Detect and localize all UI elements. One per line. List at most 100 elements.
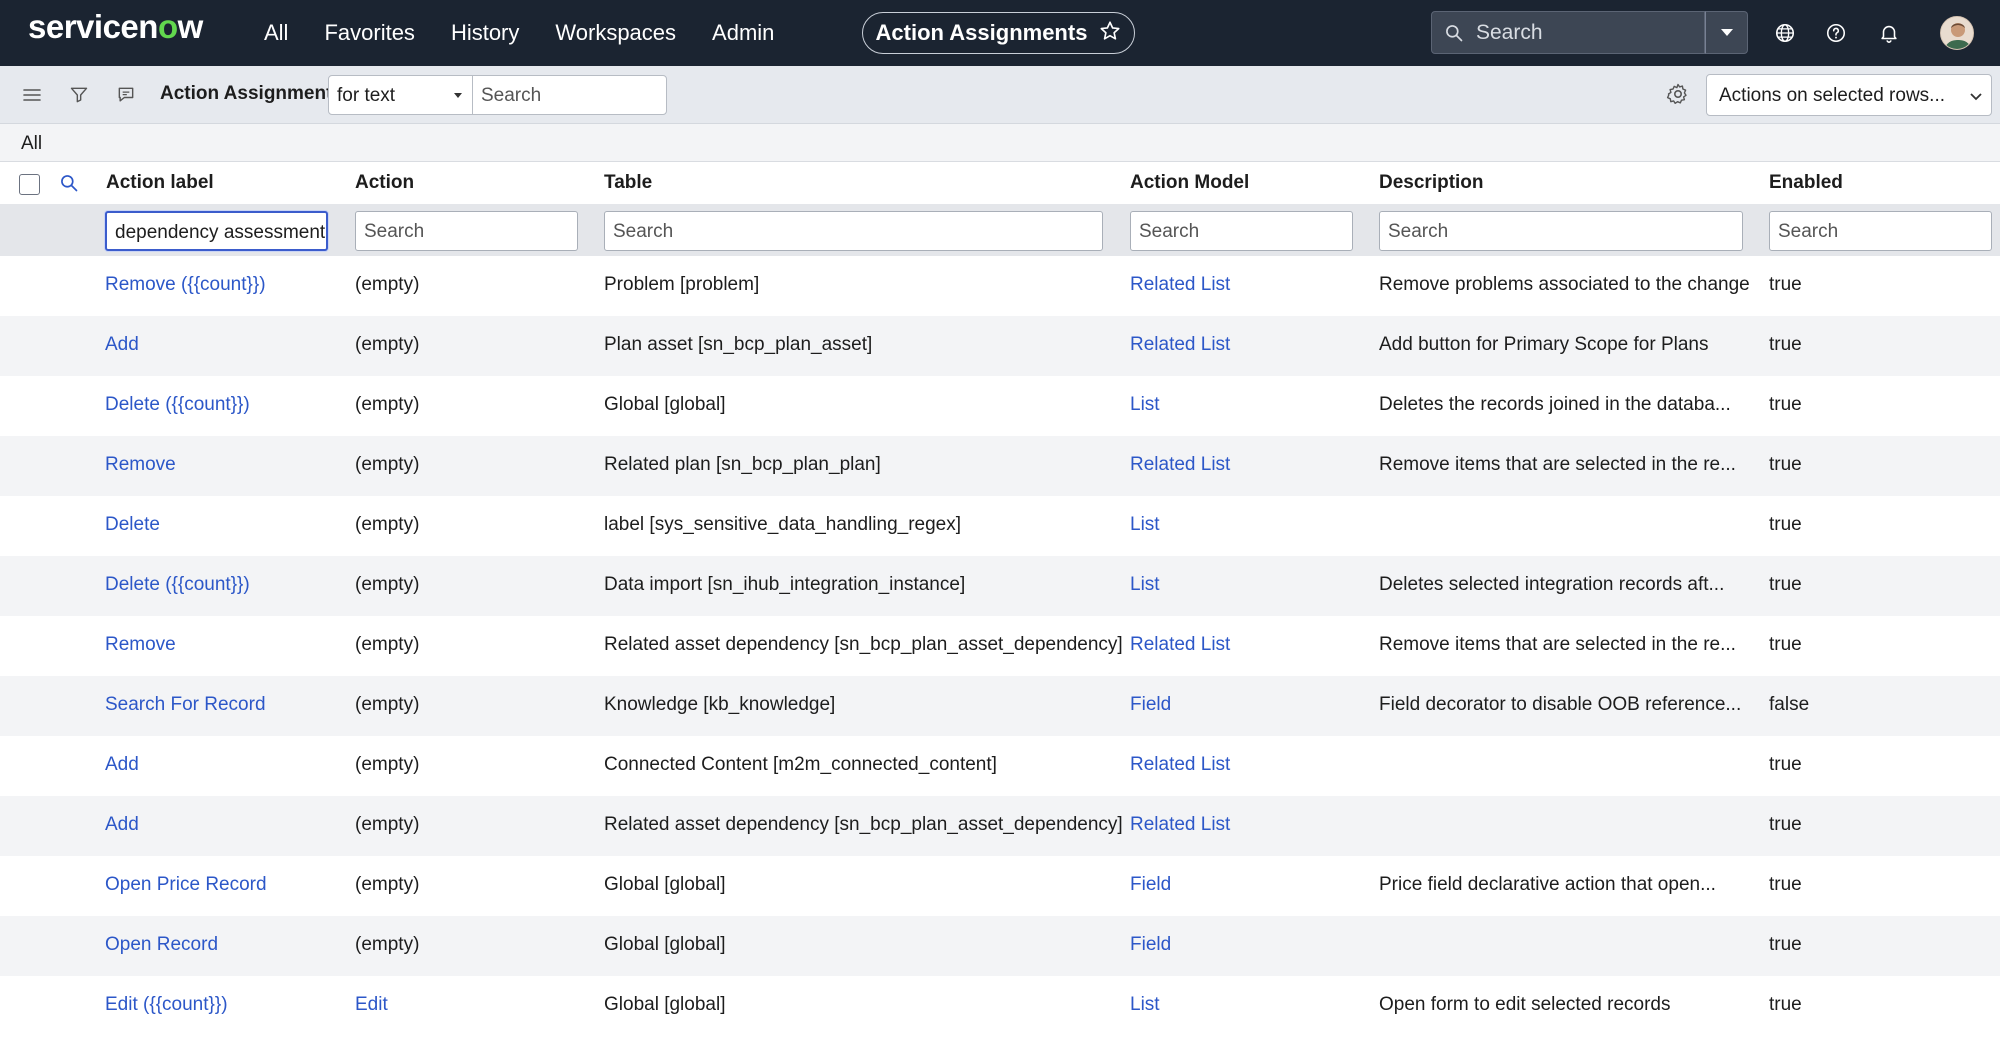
cell-action: (empty)	[355, 934, 420, 955]
select-all-checkbox[interactable]	[19, 174, 40, 195]
logo-text-start: servicen	[28, 8, 158, 45]
table-row[interactable]: Remove (empty) Related plan [sn_bcp_plan_p…	[0, 436, 2000, 496]
gear-icon[interactable]	[1666, 82, 1692, 108]
globe-icon[interactable]	[1771, 19, 1799, 47]
cell-enabled: true	[1769, 934, 1802, 955]
cell-action-model[interactable]: Field	[1130, 934, 1171, 956]
cell-table: Problem [problem]	[604, 274, 760, 295]
filter-action-label-input[interactable]: dependency assessment	[105, 211, 328, 251]
cell-action: (empty)	[355, 634, 420, 655]
cell-action-label[interactable]: Remove ({{count}})	[105, 274, 266, 296]
cell-action-model[interactable]: List	[1130, 514, 1160, 536]
cell-action-model[interactable]: List	[1130, 994, 1160, 1016]
cell-action-label[interactable]: Open Price Record	[105, 874, 267, 896]
logo-text-end: w	[177, 8, 204, 45]
filter-table-input[interactable]: Search	[604, 211, 1103, 251]
table-row[interactable]: Search For Record (empty) Knowledge [kb_kn…	[0, 676, 2000, 736]
column-header-enabled[interactable]: Enabled	[1769, 172, 1843, 194]
cell-description: Remove items that are selected in the re…	[1379, 634, 1736, 655]
list-search-input[interactable]: Search	[472, 75, 667, 115]
context-title-pill[interactable]: Action Assignments	[862, 12, 1135, 54]
cell-action-model[interactable]: Related List	[1130, 334, 1230, 356]
help-icon[interactable]	[1822, 19, 1850, 47]
filter-action-model-input[interactable]: Search	[1130, 211, 1353, 251]
cell-action-label[interactable]: Open Record	[105, 934, 218, 956]
top-navigation: servicenow All Favorites History Workspa…	[0, 0, 2000, 66]
servicenow-logo[interactable]: servicenow	[28, 8, 203, 46]
table-row[interactable]: Add (empty) Plan asset [sn_bcp_plan_asset]…	[0, 316, 2000, 376]
actions-on-selected-rows-select[interactable]: Actions on selected rows...	[1706, 74, 1992, 116]
table-row[interactable]: Open Price Record (empty) Global [global] F…	[0, 856, 2000, 916]
cell-action-label[interactable]: Delete	[105, 514, 160, 536]
cell-action-label[interactable]: Delete ({{count}})	[105, 394, 250, 416]
table-row[interactable]: Delete ({{count}}) (empty) Global [global]…	[0, 376, 2000, 436]
cell-action-label[interactable]: Add	[105, 814, 139, 836]
column-header-description[interactable]: Description	[1379, 172, 1484, 194]
table-row[interactable]: Delete ({{count}}) (empty) Data import [sn…	[0, 556, 2000, 616]
cell-action-label[interactable]: Add	[105, 754, 139, 776]
cell-action-model[interactable]: Field	[1130, 694, 1171, 716]
favorite-star-icon[interactable]	[1099, 20, 1121, 47]
caret-down-icon	[1720, 28, 1734, 38]
logo-accent-o: o	[157, 8, 178, 45]
cell-action-label[interactable]: Delete ({{count}})	[105, 574, 250, 596]
cell-description: Price field declarative action that open…	[1379, 874, 1716, 895]
column-header-action-model[interactable]: Action Model	[1130, 172, 1249, 194]
cell-action-model[interactable]: List	[1130, 574, 1160, 596]
cell-action-label[interactable]: Remove	[105, 634, 176, 656]
user-avatar[interactable]	[1940, 16, 1974, 50]
column-header-action-label[interactable]: Action label	[106, 172, 214, 194]
nav-history[interactable]: History	[451, 20, 519, 46]
notification-bell-icon[interactable]	[1875, 19, 1903, 47]
nav-favorites[interactable]: Favorites	[324, 20, 414, 46]
cell-action-model[interactable]: Related List	[1130, 454, 1230, 476]
cell-action: (empty)	[355, 874, 420, 895]
cell-action-label[interactable]: Edit ({{count}})	[105, 994, 228, 1016]
filter-enabled-input[interactable]: Search	[1769, 211, 1992, 251]
nav-admin[interactable]: Admin	[712, 20, 774, 46]
search-field-select[interactable]: for text	[328, 75, 473, 115]
nav-workspaces[interactable]: Workspaces	[555, 20, 676, 46]
table-row[interactable]: Remove ({{count}}) (empty) Problem [proble…	[0, 256, 2000, 316]
filter-funnel-icon[interactable]	[66, 82, 92, 108]
cell-action-model[interactable]: Related List	[1130, 754, 1230, 776]
cell-action-label[interactable]: Search For Record	[105, 694, 266, 716]
table-row[interactable]: Add (empty) Connected Content [m2m_connect…	[0, 736, 2000, 796]
table-row[interactable]: Delete (empty) label [sys_sensitive_data_h…	[0, 496, 2000, 556]
cell-action: (empty)	[355, 394, 420, 415]
cell-action-label[interactable]: Add	[105, 334, 139, 356]
cell-action-model[interactable]: Field	[1130, 874, 1171, 896]
comment-bubble-icon[interactable]	[113, 82, 139, 108]
cell-action: (empty)	[355, 574, 420, 595]
cell-table: Related plan [sn_bcp_plan_plan]	[604, 454, 881, 475]
filter-action-input[interactable]: Search	[355, 211, 578, 251]
table-row[interactable]: Remove (empty) Related asset dependency [s…	[0, 616, 2000, 676]
column-header-table[interactable]: Table	[604, 172, 652, 194]
search-scope-dropdown[interactable]	[1705, 11, 1748, 54]
cell-action: (empty)	[355, 274, 420, 295]
cell-enabled: true	[1769, 334, 1802, 355]
cell-action-model[interactable]: Related List	[1130, 274, 1230, 296]
table-row[interactable]: Edit ({{count}}) Edit Global [global] List O…	[0, 976, 2000, 1036]
cell-enabled: true	[1769, 814, 1802, 835]
filter-description-input[interactable]: Search	[1379, 211, 1743, 251]
cell-enabled: true	[1769, 874, 1802, 895]
cell-description: Add button for Primary Scope for Plans	[1379, 334, 1709, 355]
table-row[interactable]: Add (empty) Related asset dependency [sn_b…	[0, 796, 2000, 856]
cell-description: Deletes the records joined in the databa…	[1379, 394, 1731, 415]
cell-description: Field decorator to disable OOB reference…	[1379, 694, 1742, 715]
cell-enabled: true	[1769, 514, 1802, 535]
cell-action-model[interactable]: Related List	[1130, 634, 1230, 656]
nav-all[interactable]: All	[264, 20, 288, 46]
global-search-input[interactable]: Search	[1431, 11, 1705, 54]
cell-action-model[interactable]: Related List	[1130, 814, 1230, 836]
cell-action[interactable]: Edit	[355, 994, 388, 1016]
breadcrumb-all[interactable]: All	[21, 133, 42, 155]
cell-action-label[interactable]: Remove	[105, 454, 176, 476]
breadcrumb: All	[0, 124, 2000, 162]
column-search-toggle-icon[interactable]	[59, 173, 83, 197]
column-header-action[interactable]: Action	[355, 172, 414, 194]
hamburger-menu-icon[interactable]	[19, 82, 45, 108]
table-row[interactable]: Open Record (empty) Global [global] Field tr…	[0, 916, 2000, 976]
cell-action-model[interactable]: List	[1130, 394, 1160, 416]
